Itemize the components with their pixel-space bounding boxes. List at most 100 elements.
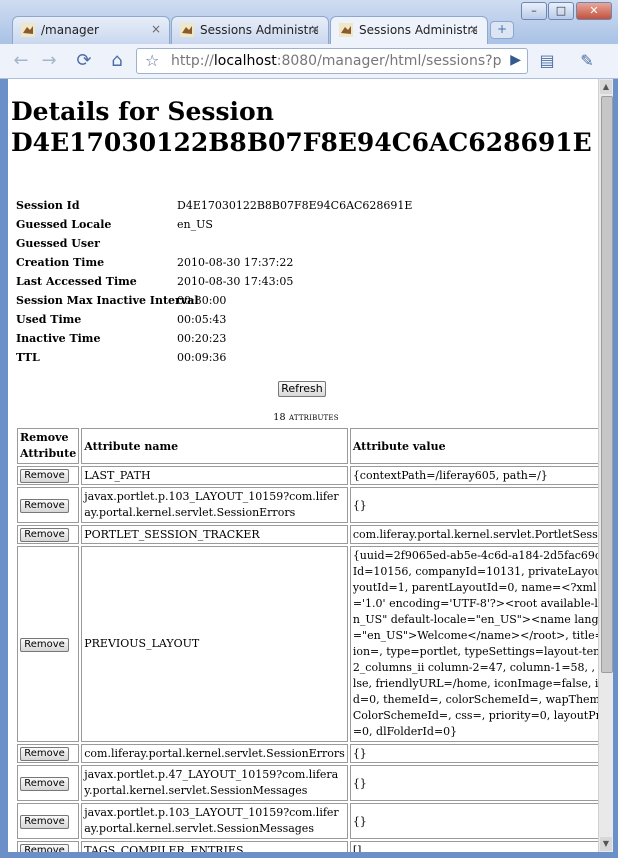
page-content: Details for Session D4E17030122B8B07F8E9… — [11, 96, 598, 852]
detail-label: TTL — [16, 351, 40, 364]
scroll-down-arrow-icon[interactable]: ▼ — [600, 837, 612, 851]
detail-label: Used Time — [16, 313, 82, 326]
page-menu-icon[interactable]: ▤ — [536, 50, 558, 72]
close-window-button[interactable]: ✕ — [576, 2, 612, 20]
address-bar[interactable]: ☆ http://localhost:8080/manager/html/ses… — [136, 48, 528, 74]
tab-sessions-active[interactable]: Sessions Administra... × — [330, 16, 488, 44]
detail-value: 00:30:00 — [177, 294, 227, 307]
attribute-value: {} — [349, 744, 598, 763]
table-row: Remove javax.portlet.p.103_LAYOUT_10159?c… — [17, 487, 598, 523]
detail-value: 2010-08-30 17:37:22 — [177, 256, 294, 269]
attributes-table: Remove Attribute Attribute name Attribut… — [15, 426, 598, 852]
detail-value: 2010-08-30 17:43:05 — [177, 275, 294, 288]
detail-label: Session Max Inactive Interval — [16, 294, 199, 307]
go-arrow-icon[interactable]: ▶ — [510, 52, 521, 68]
attribute-name: PORTLET_SESSION_TRACKER — [81, 525, 348, 544]
remove-button[interactable]: Remove — [20, 528, 69, 542]
detail-value: 00:20:23 — [177, 332, 227, 345]
tab-close-icon[interactable]: × — [151, 22, 161, 36]
detail-value: 00:09:36 — [177, 351, 227, 364]
table-row: Remove LAST_PATH {contextPath=/liferay605,… — [17, 466, 598, 485]
tab-label: Sessions Administra... — [200, 23, 318, 37]
detail-label: Guessed Locale — [16, 218, 112, 231]
session-details: Session Id D4E17030122B8B07F8E94C6AC62869… — [16, 196, 412, 367]
header-remove: Remove Attribute — [17, 428, 80, 464]
remove-cell: Remove — [17, 744, 80, 763]
detail-row: Last Accessed Time 2010-08-30 17:43:05 — [16, 272, 412, 291]
attribute-name: javax.portlet.p.103_LAYOUT_10159?com.lif… — [81, 487, 348, 523]
detail-label: Creation Time — [16, 256, 105, 269]
attribute-value: {} — [349, 803, 598, 839]
remove-cell: Remove — [17, 487, 80, 523]
attribute-value: {uuid=2f9065ed-ab5e-4c6d-a184-2d5fac69ce… — [349, 546, 598, 742]
detail-row: Guessed Locale en_US — [16, 215, 412, 234]
table-row: Remove PORTLET_SESSION_TRACKER com.liferay… — [17, 525, 598, 544]
remove-cell: Remove — [17, 765, 80, 801]
forward-arrow-icon[interactable]: → — [38, 50, 60, 72]
remove-button[interactable]: Remove — [20, 844, 69, 852]
page-title: Details for Session D4E17030122B8B07F8E9… — [11, 97, 592, 157]
detail-value: D4E17030122B8B07F8E94C6AC628691E — [177, 199, 413, 212]
attribute-count: 18 attributes — [273, 412, 339, 423]
page-viewport: Details for Session D4E17030122B8B07F8E9… — [8, 79, 598, 852]
remove-button[interactable]: Remove — [20, 814, 69, 829]
attribute-name: javax.portlet.p.103_LAYOUT_10159?com.lif… — [81, 803, 348, 839]
remove-cell: Remove — [17, 525, 80, 544]
remove-button[interactable]: Remove — [20, 637, 69, 652]
detail-label: Guessed User — [16, 237, 100, 250]
home-icon[interactable]: ⌂ — [106, 50, 128, 72]
remove-button[interactable]: Remove — [20, 498, 69, 513]
detail-value: en_US — [177, 218, 213, 231]
bookmark-star-icon[interactable]: ☆ — [145, 51, 159, 70]
table-row: Remove PREVIOUS_LAYOUT {uuid=2f9065ed-ab5e… — [17, 546, 598, 742]
detail-label: Last Accessed Time — [16, 275, 137, 288]
attribute-name: PREVIOUS_LAYOUT — [81, 546, 348, 742]
header-attribute-name: Attribute name — [81, 428, 348, 464]
minimize-button[interactable]: – — [521, 2, 547, 20]
back-arrow-icon[interactable]: ← — [10, 50, 32, 72]
attribute-value: com.liferay.portal.kernel.servlet.Portle… — [349, 525, 598, 544]
detail-row: Session Max Inactive Interval00:30:00 — [16, 291, 412, 310]
detail-row: TTL 00:09:36 — [16, 348, 412, 367]
title-bar: /manager × Sessions Administra... × Sess… — [0, 0, 618, 44]
detail-row: Guessed User — [16, 234, 412, 253]
detail-row: Used Time 00:05:43 — [16, 310, 412, 329]
table-row: Remove javax.portlet.p.103_LAYOUT_10159?c… — [17, 803, 598, 839]
attribute-value: {} — [349, 487, 598, 523]
browser-toolbar: ← → ⟳ ⌂ ☆ http://localhost:8080/manager/… — [0, 44, 618, 79]
detail-label: Session Id — [16, 199, 80, 212]
header-attribute-value: Attribute value — [349, 428, 598, 464]
tab-close-icon[interactable]: × — [469, 22, 479, 36]
new-tab-button[interactable]: + — [490, 21, 514, 39]
scroll-up-arrow-icon[interactable]: ▲ — [600, 80, 612, 94]
tab-label: /manager — [41, 23, 99, 37]
maximize-button[interactable]: □ — [548, 2, 574, 20]
wrench-menu-icon[interactable]: ✎ — [576, 50, 598, 72]
refresh-button[interactable]: Refresh — [278, 381, 326, 397]
table-row: Remove TAGS_COMPILER_ENTRIES[] — [17, 841, 598, 852]
attribute-value: [] — [349, 841, 598, 852]
remove-button[interactable]: Remove — [20, 776, 69, 791]
table-row: Remove javax.portlet.p.47_LAYOUT_10159?co… — [17, 765, 598, 801]
reload-icon[interactable]: ⟳ — [73, 50, 95, 72]
scroll-thumb[interactable] — [601, 96, 613, 673]
table-row: Remove com.liferay.portal.kernel.servlet.… — [17, 744, 598, 763]
tomcat-favicon-icon — [180, 23, 194, 37]
remove-button[interactable]: Remove — [20, 747, 69, 761]
remove-cell: Remove — [17, 841, 80, 852]
tab-close-icon[interactable]: × — [310, 22, 320, 36]
url-text: http://localhost:8080/manager/html/sessi… — [171, 53, 501, 69]
tab-manager[interactable]: /manager × — [12, 16, 170, 44]
remove-cell: Remove — [17, 546, 80, 742]
attribute-value: {} — [349, 765, 598, 801]
tab-sessions-1[interactable]: Sessions Administra... × — [171, 16, 329, 44]
remove-cell: Remove — [17, 803, 80, 839]
remove-cell: Remove — [17, 466, 80, 485]
detail-row: Inactive Time 00:20:23 — [16, 329, 412, 348]
remove-button[interactable]: Remove — [20, 469, 69, 483]
tab-label: Sessions Administra... — [359, 23, 477, 37]
tomcat-favicon-icon — [21, 23, 35, 37]
vertical-scrollbar[interactable]: ▲ ▼ — [598, 79, 613, 852]
attribute-value: {contextPath=/liferay605, path=/} — [349, 466, 598, 485]
detail-label: Inactive Time — [16, 332, 101, 345]
